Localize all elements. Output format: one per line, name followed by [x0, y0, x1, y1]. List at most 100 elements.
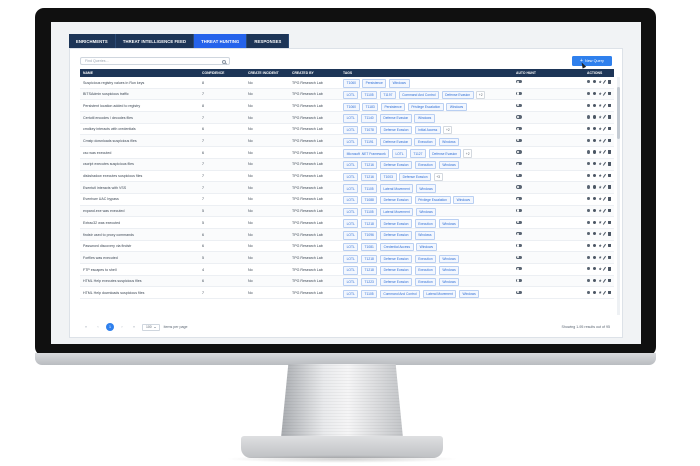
- more-tags-badge[interactable]: +2: [463, 149, 473, 158]
- tag[interactable]: T1191: [360, 137, 378, 146]
- star-icon[interactable]: [598, 138, 602, 142]
- column-confidence[interactable]: CONFIDENCE: [202, 71, 224, 75]
- edit-icon[interactable]: [603, 197, 607, 201]
- star-icon[interactable]: [598, 80, 602, 84]
- view-icon[interactable]: [587, 208, 591, 213]
- auto-hunt-toggle[interactable]: [516, 138, 522, 143]
- tag[interactable]: Execution: [414, 219, 437, 228]
- tag[interactable]: Windows: [388, 79, 410, 88]
- tag[interactable]: T1216: [360, 172, 378, 182]
- tag[interactable]: Defense Evasion: [441, 90, 474, 100]
- star-icon[interactable]: [598, 290, 602, 294]
- query-name[interactable]: HTML Help executes suspicious files: [83, 279, 142, 283]
- table-row[interactable]: diskshadow executes suspicious files 7 No T…: [80, 171, 614, 183]
- edit-icon[interactable]: [603, 150, 607, 155]
- query-name[interactable]: BITSAdmin suspicious traffic: [83, 92, 129, 96]
- view-icon[interactable]: [587, 173, 591, 177]
- edit-icon[interactable]: [603, 80, 607, 84]
- tag[interactable]: Execution: [414, 137, 437, 146]
- edit-icon[interactable]: [603, 278, 607, 283]
- tag[interactable]: Windows: [438, 254, 460, 263]
- tag[interactable]: Execution: [414, 277, 437, 287]
- run-icon[interactable]: [592, 255, 596, 259]
- tag[interactable]: Credential Access: [379, 242, 414, 252]
- delete-icon[interactable]: [608, 255, 611, 259]
- run-icon[interactable]: [592, 115, 596, 119]
- star-icon[interactable]: [598, 162, 602, 166]
- run-icon[interactable]: [592, 162, 596, 166]
- auto-hunt-toggle[interactable]: [516, 220, 522, 225]
- tag[interactable]: T1218: [360, 219, 378, 228]
- star-icon[interactable]: [598, 173, 602, 177]
- tag[interactable]: Defense Evasion: [428, 149, 461, 158]
- tag[interactable]: T1183: [362, 102, 379, 111]
- view-icon[interactable]: [587, 80, 591, 84]
- tag[interactable]: LOTL: [343, 207, 359, 217]
- tag[interactable]: LOTL: [343, 231, 359, 240]
- table-row[interactable]: Forfiles was executed 5 No TPG Research Lab…: [80, 252, 614, 264]
- tag[interactable]: Defense Evasion: [379, 254, 413, 263]
- delete-icon[interactable]: [608, 278, 611, 283]
- auto-hunt-toggle[interactable]: [516, 173, 522, 178]
- tag[interactable]: Defense Evasion: [379, 161, 413, 170]
- tag[interactable]: Windows: [438, 161, 460, 170]
- query-name[interactable]: findstr used to proxy commands: [83, 233, 134, 237]
- query-name[interactable]: Certutil encodes / decodes files: [83, 116, 133, 120]
- star-icon[interactable]: [598, 267, 602, 271]
- tag[interactable]: T1003: [379, 172, 397, 182]
- star-icon[interactable]: [598, 232, 602, 236]
- tag[interactable]: Lateral Movement: [379, 207, 414, 217]
- view-icon[interactable]: [587, 255, 591, 259]
- view-icon[interactable]: [587, 197, 591, 201]
- tag[interactable]: Windows: [414, 231, 436, 240]
- tag[interactable]: LOTL: [391, 149, 408, 158]
- edit-icon[interactable]: [603, 126, 607, 131]
- run-icon[interactable]: [592, 220, 596, 224]
- run-icon[interactable]: [592, 138, 596, 142]
- query-name[interactable]: cscript executes suspicious files: [83, 162, 134, 166]
- tag[interactable]: Defense Evasion: [379, 219, 413, 228]
- tag[interactable]: Command And Control: [379, 289, 421, 298]
- tag[interactable]: Microsoft .NET Framework: [343, 149, 390, 158]
- delete-icon[interactable]: [608, 162, 611, 166]
- tag[interactable]: Windows: [416, 242, 437, 252]
- per-page-select[interactable]: 100: [142, 323, 160, 331]
- tag[interactable]: Defense Evasion: [379, 266, 413, 275]
- tab-responses[interactable]: RESPONSES: [247, 34, 290, 48]
- tag[interactable]: LOTL: [343, 242, 359, 252]
- star-icon[interactable]: [598, 255, 602, 259]
- tag[interactable]: LOTL: [343, 196, 359, 205]
- delete-icon[interactable]: [608, 267, 611, 271]
- tag[interactable]: Execution: [414, 161, 437, 170]
- run-icon[interactable]: [592, 232, 596, 236]
- delete-icon[interactable]: [608, 197, 611, 201]
- run-icon[interactable]: [592, 185, 596, 189]
- tag[interactable]: T1081: [360, 242, 378, 252]
- query-name[interactable]: csc was executed: [83, 151, 111, 155]
- tag[interactable]: LOTL: [343, 254, 359, 263]
- more-tags-badge[interactable]: +2: [476, 90, 486, 100]
- tag[interactable]: T1216: [360, 161, 378, 170]
- view-icon[interactable]: [587, 127, 591, 131]
- page-1-button[interactable]: 1: [106, 323, 114, 331]
- view-icon[interactable]: [587, 185, 591, 189]
- tag[interactable]: Execution: [414, 266, 437, 275]
- query-name[interactable]: Persistent location added to registry: [83, 104, 140, 108]
- query-name[interactable]: Extrac32 was executed: [83, 221, 120, 225]
- run-icon[interactable]: [592, 103, 596, 107]
- more-tags-badge[interactable]: +2: [443, 125, 453, 135]
- view-icon[interactable]: [587, 278, 591, 283]
- table-row[interactable]: Suspicious registry values in Run keys 8 N…: [80, 77, 614, 89]
- tag[interactable]: Windows: [438, 266, 460, 275]
- tag[interactable]: LOTL: [343, 125, 359, 135]
- table-row[interactable]: Persistent location added to registry 8 No…: [80, 100, 614, 113]
- delete-icon[interactable]: [608, 232, 611, 236]
- delete-icon[interactable]: [608, 115, 611, 119]
- query-name[interactable]: Esentutl interacts with VSS: [83, 186, 126, 190]
- auto-hunt-toggle[interactable]: [516, 162, 522, 166]
- star-icon[interactable]: [598, 208, 602, 213]
- tag[interactable]: T1105: [360, 90, 378, 100]
- run-icon[interactable]: [592, 80, 596, 84]
- star-icon[interactable]: [598, 91, 602, 96]
- view-icon[interactable]: [587, 267, 591, 271]
